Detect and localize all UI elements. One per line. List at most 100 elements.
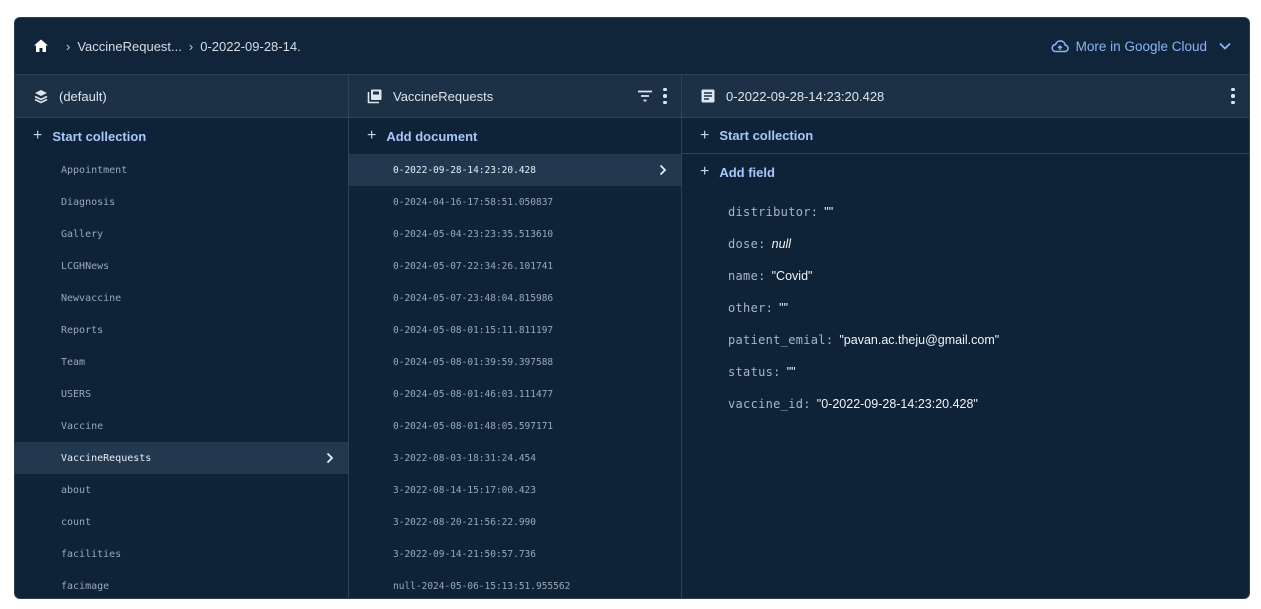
collection-item[interactable]: USERS [15, 378, 348, 410]
breadcrumb-item-document[interactable]: 0-2022-09-28-14. [200, 39, 300, 54]
cloud-icon [1051, 40, 1069, 53]
collection-item-label: USERS [61, 388, 92, 400]
breadcrumb-item-collection[interactable]: VaccineRequest... [77, 39, 182, 54]
collection-item[interactable]: VaccineRequests [15, 442, 348, 474]
document-item-label: 0-2024-05-08-01:46:03.111477 [393, 388, 554, 400]
collection-list: Appointment Diagnosis Gallery LCGHNews Newva… [15, 154, 348, 598]
collection-item-label: LCGHNews [61, 260, 110, 272]
document-field[interactable]: dose: null [728, 228, 1249, 260]
database-icon [33, 88, 49, 104]
document-field[interactable]: name: "Covid" [728, 260, 1249, 292]
collection-icon [367, 88, 383, 104]
document-field[interactable]: status: "" [728, 356, 1249, 388]
document-item[interactable]: 0-2022-09-28-14:23:20.428 [349, 154, 681, 186]
document-item[interactable]: 0-2024-05-08-01:15:11.811197 [349, 314, 681, 346]
database-header: (default) [15, 75, 348, 118]
collection-item-label: count [61, 516, 92, 528]
collection-item-label: facilities [61, 548, 122, 560]
start-subcollection-label: Start collection [719, 128, 814, 143]
collection-item-label: Newvaccine [61, 292, 122, 304]
add-field-button[interactable]: + Add field [682, 154, 1249, 190]
chevron-right-icon: › [66, 38, 71, 54]
more-in-google-cloud-label: More in Google Cloud [1075, 38, 1207, 54]
collection-item[interactable]: Vaccine [15, 410, 348, 442]
document-item[interactable]: 0-2024-05-08-01:48:05.597171 [349, 410, 681, 442]
collection-title: VaccineRequests [393, 88, 494, 104]
document-field[interactable]: other: "" [728, 292, 1249, 324]
collection-item[interactable]: Diagnosis [15, 186, 348, 218]
collection-item-label: Gallery [61, 228, 104, 240]
document-item[interactable]: 0-2024-05-08-01:39:59.397588 [349, 346, 681, 378]
document-item-label: 3-2022-08-14-15:17:00.423 [393, 484, 536, 496]
document-item[interactable]: null-2024-05-06-15:13:51.955562 [349, 570, 681, 598]
chevron-right-icon [659, 164, 667, 176]
collection-item-label: Diagnosis [61, 196, 116, 208]
plus-icon: + [33, 127, 43, 144]
field-key: other: [728, 301, 774, 315]
document-item[interactable]: 0-2024-05-07-22:34:26.101741 [349, 250, 681, 282]
document-field[interactable]: vaccine_id: "0-2022-09-28-14:23:20.428" [728, 388, 1249, 420]
collection-header: VaccineRequests [349, 75, 681, 118]
document-item-label: 3-2022-09-14-21:50:57.736 [393, 548, 536, 560]
document-title: 0-2022-09-28-14:23:20.428 [726, 88, 885, 104]
field-value: "" [779, 301, 789, 315]
add-field-label: Add field [719, 164, 775, 180]
document-item[interactable]: 3-2022-08-20-21:56:22.990 [349, 506, 681, 538]
document-item-label: 3-2022-08-03-18:31:24.454 [393, 452, 536, 464]
breadcrumb: › VaccineRequest... › 0-2022-09-28-14. [33, 38, 301, 54]
document-item-label: 3-2022-08-20-21:56:22.990 [393, 516, 536, 528]
more-vert-icon[interactable] [663, 87, 667, 105]
document-item-label: null-2024-05-06-15:13:51.955562 [393, 580, 571, 592]
more-vert-icon[interactable] [1231, 87, 1235, 105]
collection-item[interactable]: Team [15, 346, 348, 378]
document-item-label: 0-2024-05-08-01:39:59.397588 [393, 356, 554, 368]
add-document-button[interactable]: + Add document [349, 118, 681, 154]
field-key: distributor: [728, 205, 819, 219]
document-header: 0-2022-09-28-14:23:20.428 [682, 75, 1249, 118]
collection-item[interactable]: LCGHNews [15, 250, 348, 282]
document-icon [700, 88, 716, 104]
start-subcollection-button[interactable]: + Start collection [682, 118, 1249, 154]
field-key: status: [728, 365, 781, 379]
document-field[interactable]: distributor: "" [728, 196, 1249, 228]
collection-item-label: Team [61, 356, 86, 368]
chevron-down-icon [1219, 42, 1231, 50]
document-item[interactable]: 3-2022-09-14-21:50:57.736 [349, 538, 681, 570]
collection-item[interactable]: facimage [15, 570, 348, 598]
plus-icon: + [700, 126, 710, 144]
collection-item[interactable]: about [15, 474, 348, 506]
more-in-google-cloud-button[interactable]: More in Google Cloud [1050, 39, 1231, 54]
document-item[interactable]: 3-2022-08-14-15:17:00.423 [349, 474, 681, 506]
collection-item[interactable]: Reports [15, 314, 348, 346]
field-key: vaccine_id: [728, 397, 811, 411]
start-collection-button[interactable]: + Start collection [15, 118, 348, 154]
document-item[interactable]: 0-2024-05-07-23:48:04.815986 [349, 282, 681, 314]
document-item-label: 0-2024-05-07-23:48:04.815986 [393, 292, 554, 304]
document-field[interactable]: patient_emial: "pavan.ac.theju@gmail.com" [728, 324, 1249, 356]
field-value: "" [824, 205, 834, 219]
field-key: name: [728, 269, 766, 283]
firestore-panel: › VaccineRequest... › 0-2022-09-28-14. M… [14, 17, 1250, 599]
columns: (default) + Start collection Appointment… [15, 75, 1249, 598]
document-item-label: 0-2022-09-28-14:23:20.428 [393, 164, 536, 176]
plus-icon: + [700, 163, 710, 180]
field-value: "pavan.ac.theju@gmail.com" [839, 333, 1000, 347]
document-item[interactable]: 0-2024-05-08-01:46:03.111477 [349, 378, 681, 410]
field-key: patient_emial: [728, 333, 834, 347]
collection-item[interactable]: Appointment [15, 154, 348, 186]
collection-item-label: about [61, 484, 92, 496]
field-list: distributor: "" dose: null name: "Covid" other… [682, 190, 1249, 420]
document-item[interactable]: 0-2024-05-04-23:23:35.513610 [349, 218, 681, 250]
collection-item[interactable]: Gallery [15, 218, 348, 250]
home-icon[interactable] [33, 38, 49, 54]
collection-item[interactable]: facilities [15, 538, 348, 570]
collection-item[interactable]: Newvaccine [15, 282, 348, 314]
document-item[interactable]: 3-2022-08-03-18:31:24.454 [349, 442, 681, 474]
collection-item-label: VaccineRequests [61, 452, 152, 464]
chevron-right-icon: › [188, 38, 194, 54]
collection-item-label: facimage [61, 580, 110, 592]
top-bar: › VaccineRequest... › 0-2022-09-28-14. M… [15, 18, 1249, 75]
filter-icon[interactable] [637, 90, 653, 102]
collection-item[interactable]: count [15, 506, 348, 538]
document-item[interactable]: 0-2024-04-16-17:58:51.050837 [349, 186, 681, 218]
